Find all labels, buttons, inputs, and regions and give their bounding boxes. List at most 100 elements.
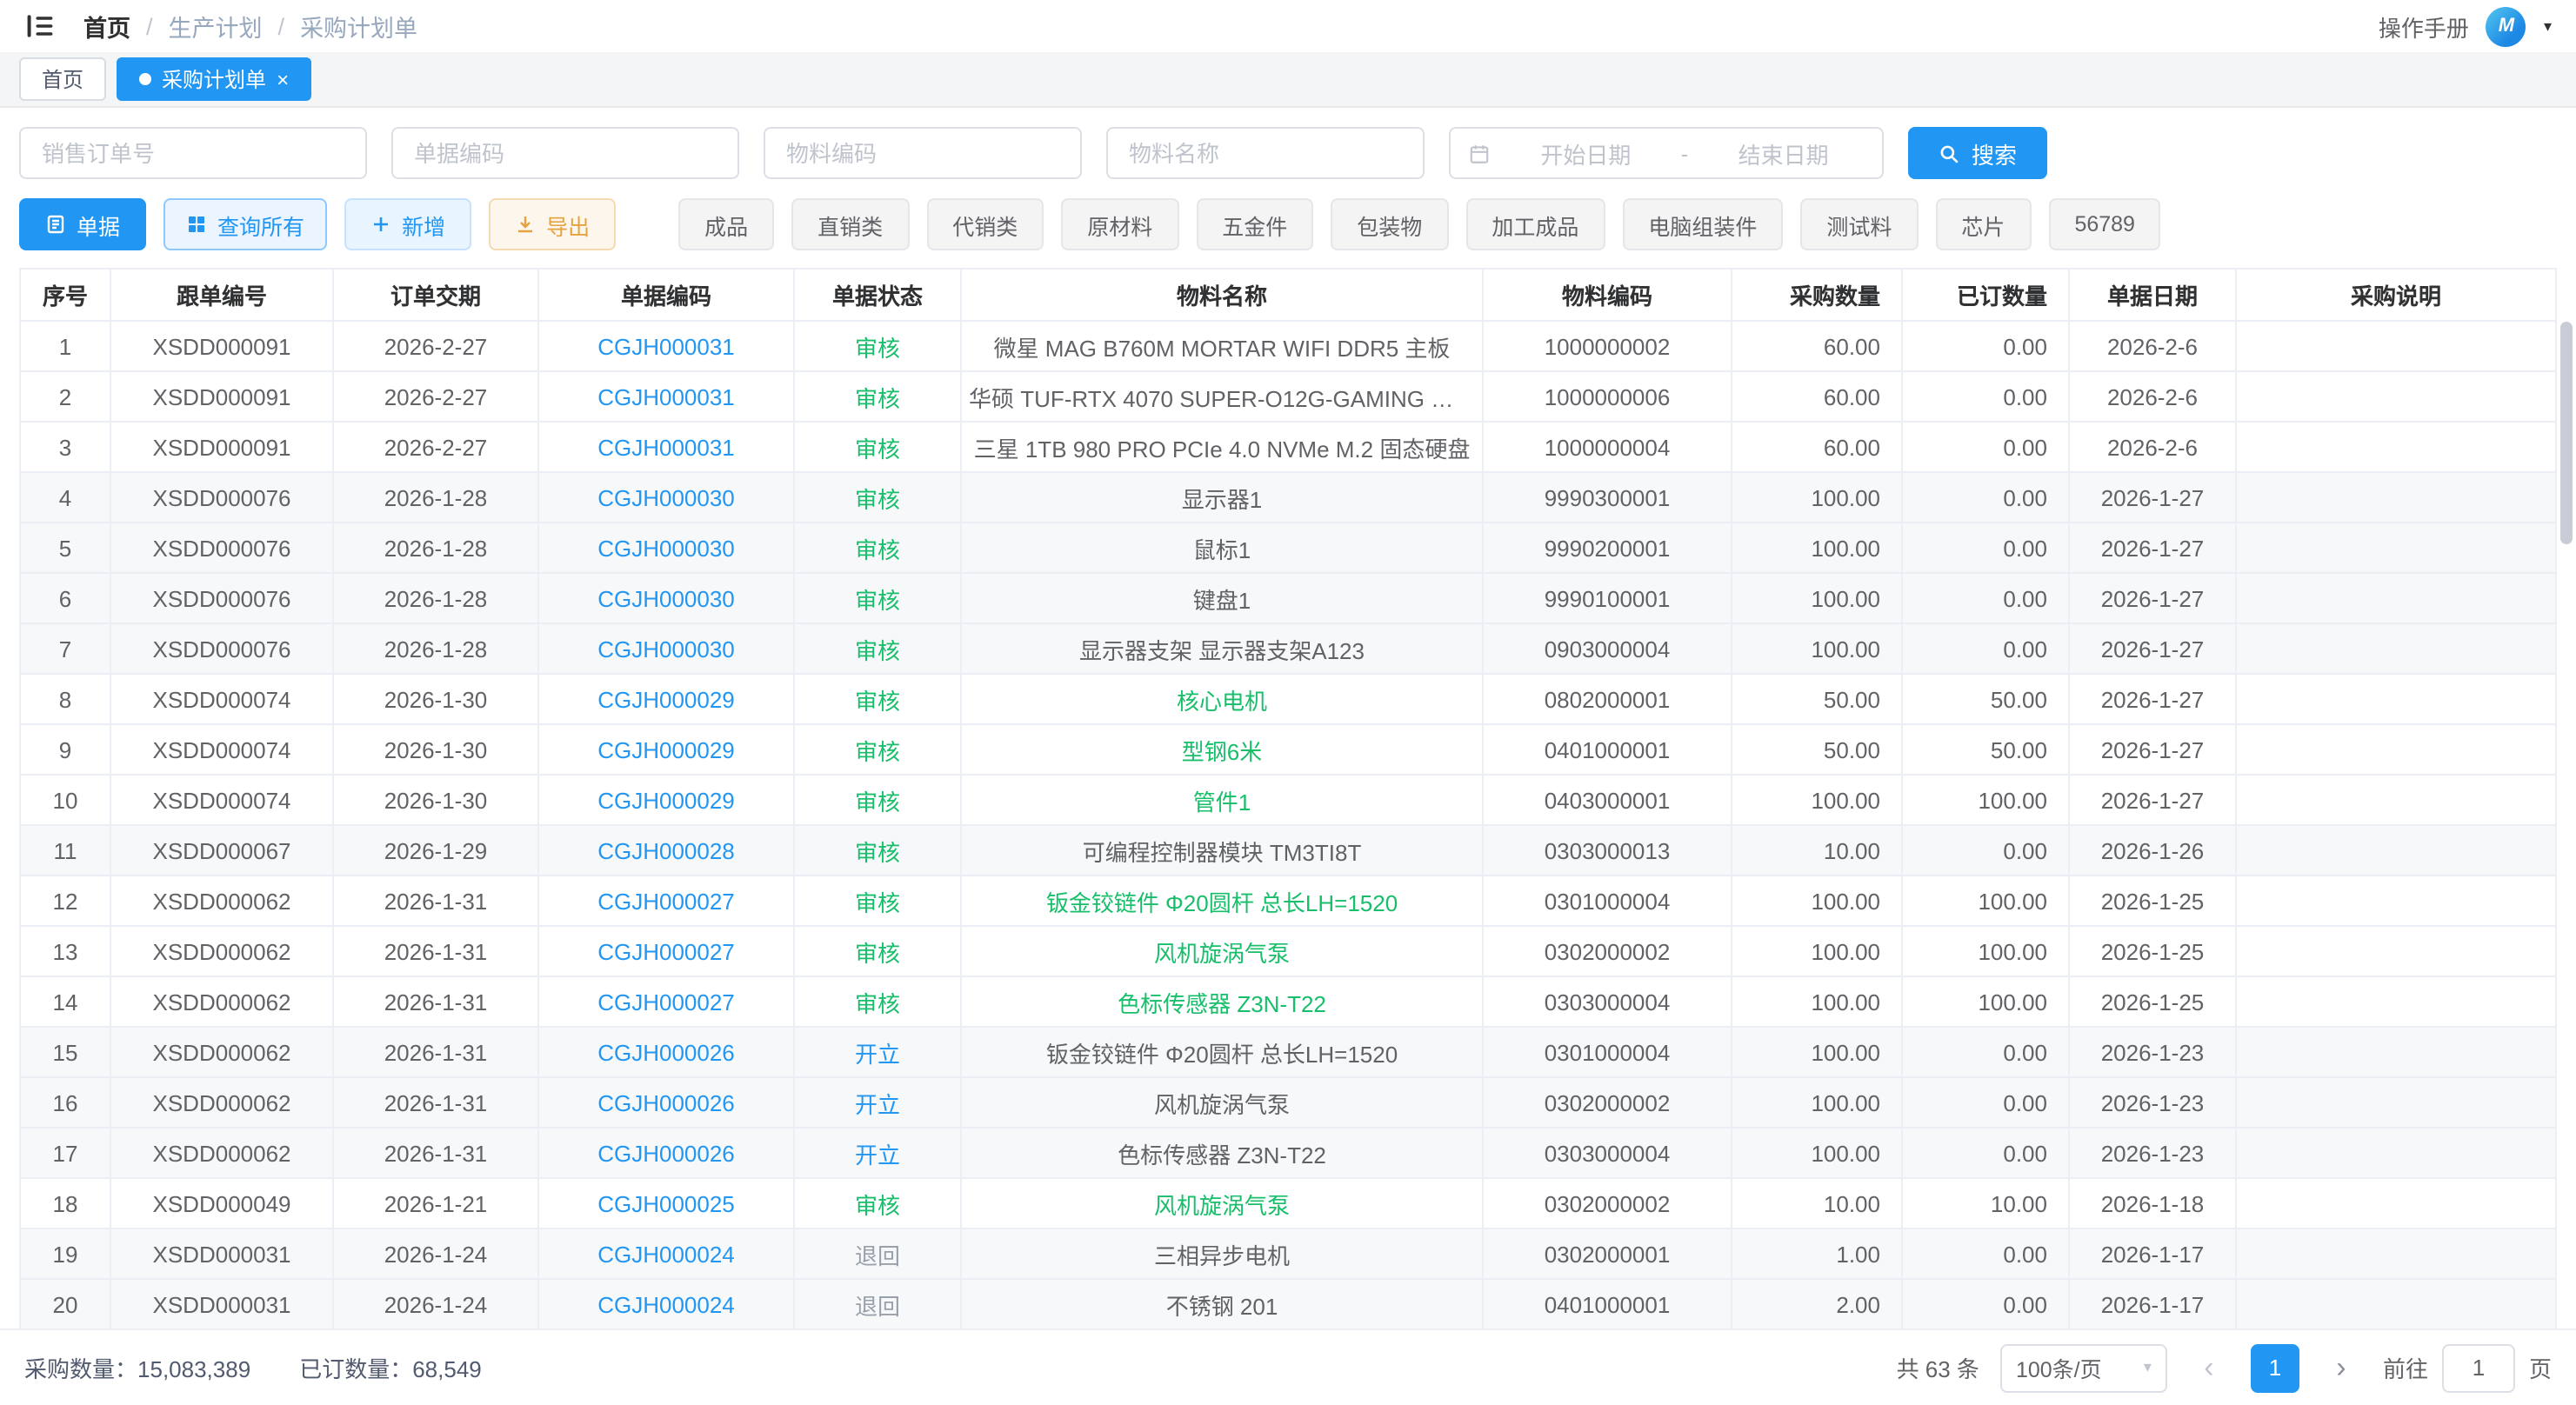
doc-link[interactable]: CGJH000027 [597,938,735,964]
page-size-select[interactable]: 100条/页 ▾ [2000,1343,2167,1392]
category-filter-button[interactable]: 加工成品 [1465,198,1605,250]
doc-link[interactable]: CGJH000027 [597,888,735,914]
table-row[interactable]: 3 XSDD000091 2026-2-27 CGJH000031 审核 三星 … [20,422,2556,472]
table-row[interactable]: 7 XSDD000076 2026-1-28 CGJH000030 审核 显示器… [20,623,2556,674]
doc-link[interactable]: CGJH000029 [597,736,735,762]
doc-link[interactable]: CGJH000025 [597,1190,735,1216]
cell-status: 开立 [794,1027,961,1077]
user-menu-caret-icon[interactable]: ▾ [2544,17,2552,36]
table-row[interactable]: 20 XSDD000031 2026-1-24 CGJH000024 退回 不锈… [20,1279,2556,1328]
current-page-button[interactable]: 1 [2251,1343,2299,1392]
export-button[interactable]: 导出 [489,198,616,250]
status-text: 审核 [855,486,900,512]
doc-link[interactable]: CGJH000024 [597,1291,735,1317]
vertical-scrollbar-thumb[interactable] [2560,322,2573,544]
table-row[interactable]: 15 XSDD000062 2026-1-31 CGJH000026 开立 钣金… [20,1027,2556,1077]
category-filter-button[interactable]: 电脑组装件 [1622,198,1783,250]
doc-link[interactable]: CGJH000031 [597,333,735,359]
cell-doc-no: CGJH000030 [538,623,794,674]
add-button[interactable]: 新增 [344,198,471,250]
cell-note [2236,976,2556,1027]
cell-doc-date: 2026-1-23 [2069,1027,2236,1077]
cell-status: 开立 [794,1128,961,1178]
category-filter-button[interactable]: 直销类 [791,198,909,250]
table-row[interactable]: 18 XSDD000049 2026-1-21 CGJH000025 审核 风机… [20,1178,2556,1229]
category-filter-button[interactable]: 56789 [2048,198,2161,250]
cell-ordered-qty: 0.00 [1902,371,2069,422]
breadcrumb-production-plan[interactable]: 生产计划 [169,9,263,43]
doc-button[interactable]: 单据 [19,198,146,250]
tab-close-icon[interactable]: × [277,69,289,90]
material-code-input[interactable] [764,127,1082,179]
category-filter-button[interactable]: 包装物 [1331,198,1448,250]
plus-icon [370,214,391,235]
doc-link[interactable]: CGJH000029 [597,787,735,813]
category-filter-button[interactable]: 五金件 [1196,198,1313,250]
doc-link[interactable]: CGJH000027 [597,989,735,1015]
doc-link[interactable]: CGJH000031 [597,434,735,460]
doc-link[interactable]: CGJH000026 [597,1089,735,1115]
cell-ordered-qty: 50.00 [1902,674,2069,724]
search-button[interactable]: 搜索 [1908,127,2047,179]
cell-due-date: 2026-2-27 [333,321,538,371]
cell-purchase-qty: 50.00 [1732,674,1902,724]
cell-doc-date: 2026-1-17 [2069,1279,2236,1328]
doc-link[interactable]: CGJH000026 [597,1039,735,1065]
table-row[interactable]: 5 XSDD000076 2026-1-28 CGJH000030 审核 鼠标1… [20,523,2556,573]
cell-doc-no: CGJH000027 [538,976,794,1027]
doc-link[interactable]: CGJH000030 [597,636,735,662]
tab-home[interactable]: 首页 [19,57,106,101]
table-row[interactable]: 9 XSDD000074 2026-1-30 CGJH000029 审核 型钢6… [20,724,2556,775]
doc-link[interactable]: CGJH000030 [597,585,735,611]
cell-doc-no: CGJH000026 [538,1128,794,1178]
cell-material-code: 0301000004 [1483,876,1732,926]
doc-code-input[interactable] [391,127,739,179]
doc-link[interactable]: CGJH000030 [597,484,735,510]
sales-order-input[interactable] [19,127,367,179]
category-filter-button[interactable]: 测试料 [1800,198,1918,250]
table-row[interactable]: 10 XSDD000074 2026-1-30 CGJH000029 审核 管件… [20,775,2556,825]
cell-status: 审核 [794,472,961,523]
tab-purchase-plan[interactable]: 采购计划单 × [117,57,311,101]
category-filter-button[interactable]: 成品 [678,198,774,250]
status-text: 审核 [855,637,900,663]
category-filter-button[interactable]: 原材料 [1061,198,1178,250]
table-row[interactable]: 16 XSDD000062 2026-1-31 CGJH000026 开立 风机… [20,1077,2556,1128]
table-row[interactable]: 12 XSDD000062 2026-1-31 CGJH000027 审核 钣金… [20,876,2556,926]
doc-link[interactable]: CGJH000026 [597,1140,735,1166]
manual-link[interactable]: 操作手册 [2379,10,2469,43]
query-all-button[interactable]: 查询所有 [164,198,327,250]
cell-status: 审核 [794,775,961,825]
category-filter-button[interactable]: 代销类 [926,198,1044,250]
category-filter-button[interactable]: 芯片 [1935,198,2031,250]
table-row[interactable]: 6 XSDD000076 2026-1-28 CGJH000030 审核 键盘1… [20,573,2556,623]
table-row[interactable]: 8 XSDD000074 2026-1-30 CGJH000029 审核 核心电… [20,674,2556,724]
cell-material-name: 风机旋涡气泵 [961,926,1483,976]
table-row[interactable]: 14 XSDD000062 2026-1-31 CGJH000027 审核 色标… [20,976,2556,1027]
doc-link[interactable]: CGJH000030 [597,535,735,561]
next-page-button[interactable]: › [2320,1343,2362,1392]
status-text: 退回 [855,1293,900,1319]
table-row[interactable]: 1 XSDD000091 2026-2-27 CGJH000031 审核 微星 … [20,321,2556,371]
table-row[interactable]: 17 XSDD000062 2026-1-31 CGJH000026 开立 色标… [20,1128,2556,1178]
cell-note [2236,674,2556,724]
goto-page-input[interactable] [2442,1343,2515,1392]
cell-ordered-qty: 0.00 [1902,321,2069,371]
doc-link[interactable]: CGJH000028 [597,837,735,863]
material-name-input[interactable] [1106,127,1425,179]
user-avatar[interactable]: M [2486,6,2526,46]
prev-page-button[interactable]: ‹ [2188,1343,2230,1392]
doc-link[interactable]: CGJH000029 [597,686,735,712]
doc-link[interactable]: CGJH000031 [597,383,735,410]
table-row[interactable]: 11 XSDD000067 2026-1-29 CGJH000028 审核 可编… [20,825,2556,876]
table-row[interactable]: 4 XSDD000076 2026-1-28 CGJH000030 审核 显示器… [20,472,2556,523]
table-row[interactable]: 19 XSDD000031 2026-1-24 CGJH000024 退回 三相… [20,1229,2556,1279]
export-button-label: 导出 [546,208,590,241]
breadcrumb-home[interactable]: 首页 [83,9,130,43]
sidebar-collapse-icon[interactable] [24,10,56,42]
doc-link[interactable]: CGJH000024 [597,1241,735,1267]
grid-icon [186,214,207,235]
date-range-picker[interactable]: 开始日期 - 结束日期 [1449,127,1884,179]
table-row[interactable]: 2 XSDD000091 2026-2-27 CGJH000031 审核 华硕 … [20,371,2556,422]
table-row[interactable]: 13 XSDD000062 2026-1-31 CGJH000027 审核 风机… [20,926,2556,976]
